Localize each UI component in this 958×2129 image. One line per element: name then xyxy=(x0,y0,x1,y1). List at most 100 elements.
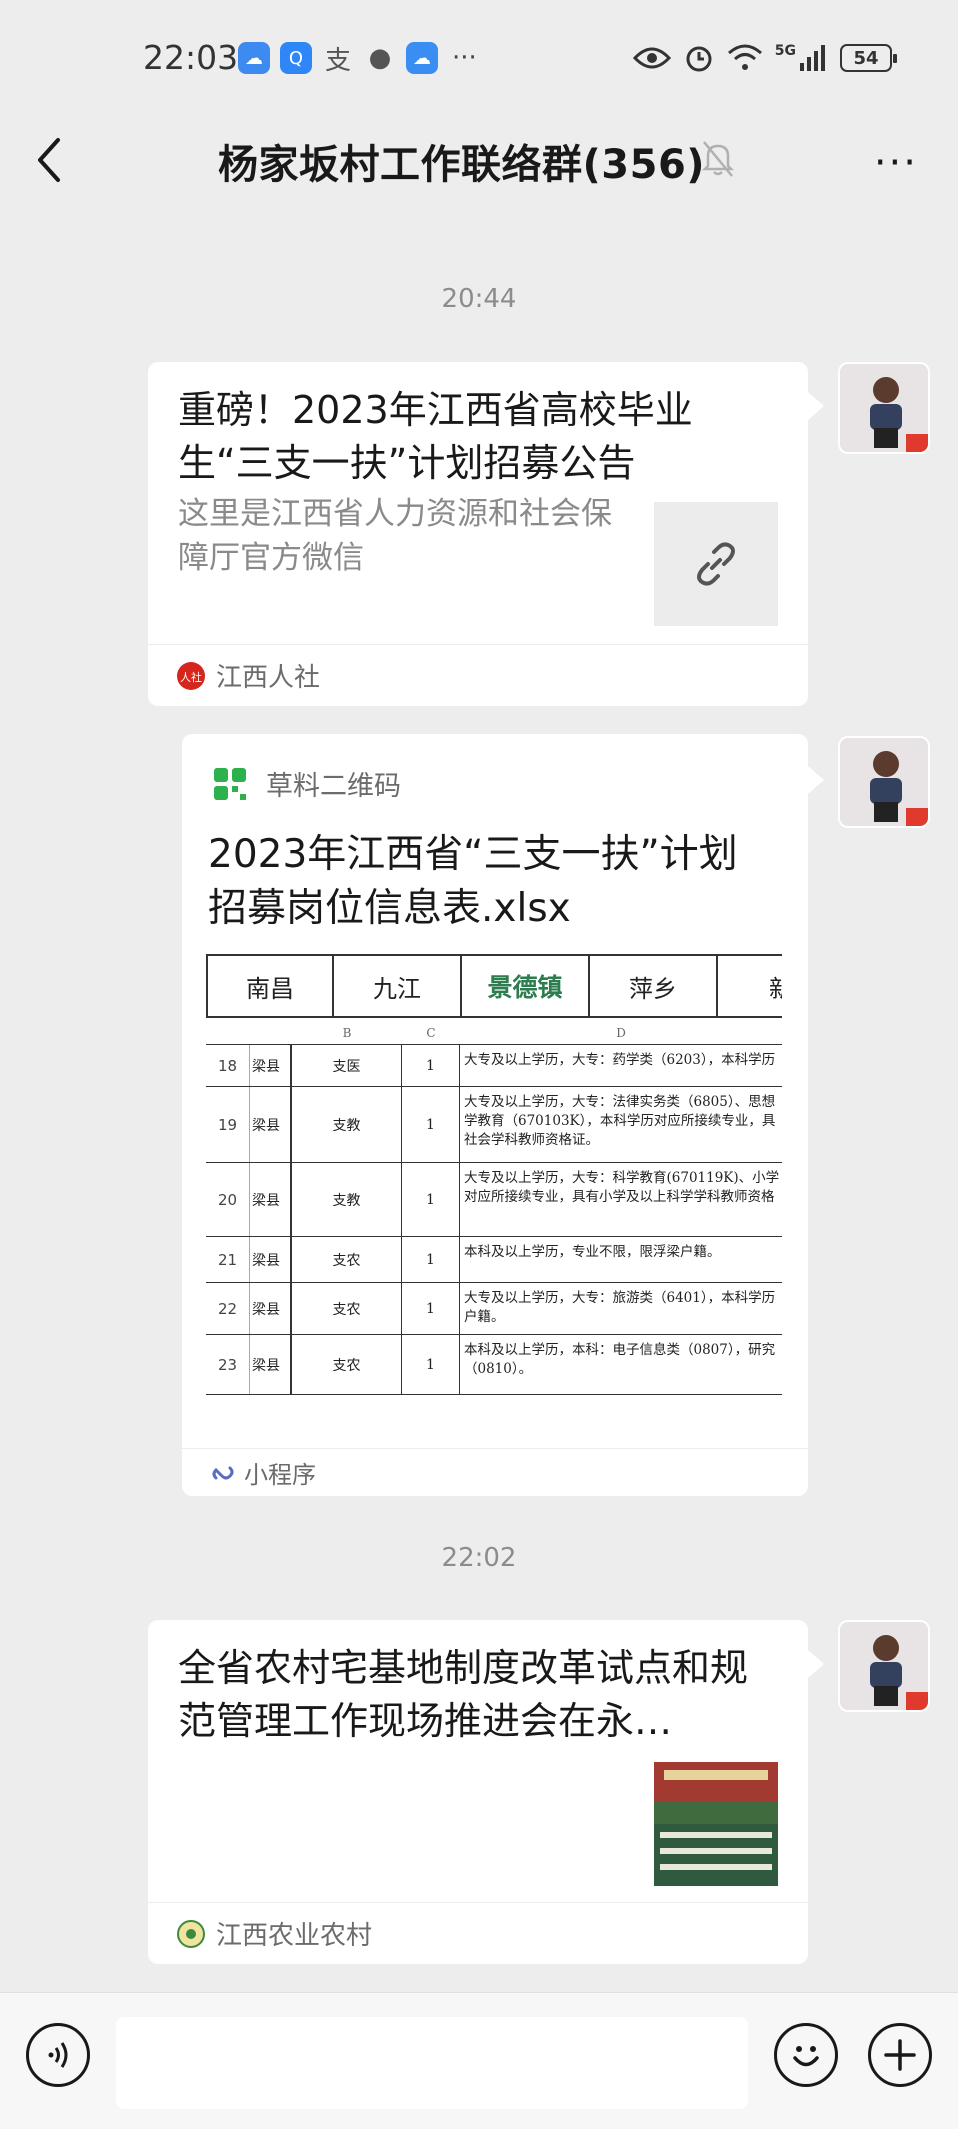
cloud-icon: ☁ xyxy=(406,42,438,74)
status-time: 22:03 xyxy=(143,38,239,77)
avatar-image xyxy=(840,738,928,826)
county-cell: 梁县 xyxy=(250,1163,292,1236)
requirement-line: 本科及以上学历，本科：电子信息类（0807），研究 xyxy=(464,1342,776,1358)
more-options-button[interactable]: ··· xyxy=(874,140,918,186)
county-cell: 梁县 xyxy=(250,1087,292,1162)
requirement-line: 户籍。 xyxy=(464,1309,505,1325)
plus-icon xyxy=(884,2039,916,2071)
mini-program-footer: 小程序 xyxy=(182,1448,808,1496)
message-input[interactable] xyxy=(116,2017,748,2109)
article-card[interactable]: 重磅！2023年江西省高校毕业生“三支一扶”计划招募公告 这里是江西省人力资源和… xyxy=(148,362,808,706)
article-card[interactable]: 全省农村宅基地制度改革试点和规范管理工作现场推进会在永… 江西农业农村 xyxy=(148,1620,808,1964)
file-title: 2023年江西省“三支一扶”计划招募岗位信息表.xlsx xyxy=(208,832,738,931)
type-cell: 支医 xyxy=(292,1045,402,1086)
sheet-tab: 新 xyxy=(718,956,782,1016)
emoji-icon xyxy=(793,2046,819,2067)
avatar[interactable] xyxy=(838,736,930,828)
article-title: 重磅！2023年江西省高校毕业生“三支一扶”计划招募公告 xyxy=(178,388,693,485)
type-cell: 支农 xyxy=(292,1283,402,1334)
sheet-tab: 南昌 xyxy=(206,956,334,1016)
requirement-line: （0810）。 xyxy=(464,1361,533,1377)
type-cell: 支教 xyxy=(292,1163,402,1236)
link-thumbnail xyxy=(654,502,778,626)
county-cell: 梁县 xyxy=(250,1045,292,1086)
source-logo-icon xyxy=(177,1919,205,1948)
mini-program-card[interactable]: 草料二维码 2023年江西省“三支一扶”计划招募岗位信息表.xlsx 南昌 九江… xyxy=(182,734,808,1496)
table-row: 19 梁县 支教 1 大专及以上学历，大专：法律实务类（6805）、思想 学教育（6701… xyxy=(206,1087,782,1163)
svg-text:人社: 人社 xyxy=(180,670,202,684)
count-cell: 1 xyxy=(402,1237,460,1282)
requirement-cell: 本科及以上学历，本科：电子信息类（0807），研究 （0810）。 xyxy=(460,1335,782,1394)
meeting-photo-image xyxy=(654,1762,778,1886)
input-bar xyxy=(0,1992,958,2129)
emoji-button[interactable] xyxy=(774,2023,838,2087)
requirement-cell: 本科及以上学历，专业不限，限浮梁户籍。 xyxy=(460,1237,782,1282)
count-cell: 1 xyxy=(402,1335,460,1394)
add-attachment-button[interactable] xyxy=(868,2023,932,2087)
alipay-icon: 支 xyxy=(324,45,351,76)
table-row: 20 梁县 支教 1 大专及以上学历，大专：科学教育(670119K)、小学 对应所接续专… xyxy=(206,1163,782,1237)
voice-input-button[interactable] xyxy=(26,2023,90,2087)
status-indicators: 5G 54 xyxy=(632,42,897,74)
row-number: 20 xyxy=(206,1163,250,1236)
message-timestamp: 22:02 xyxy=(441,1543,517,1573)
requirement-line: 对应所接续专业，具有小学及以上科学学科教师资格 xyxy=(464,1189,775,1205)
requirement-line: 学教育（670103K），本科学历对应所接续专业，具 xyxy=(464,1113,776,1129)
requirement-line: 大专及以上学历，大专：科学教育(670119K)、小学 xyxy=(464,1170,780,1186)
source-name: 江西人社 xyxy=(216,663,321,693)
bubble-tail xyxy=(808,1650,824,1678)
avatar[interactable] xyxy=(838,1620,930,1712)
chat-header: 杨家坂村工作联络群(356) ··· xyxy=(0,110,958,210)
table-row: 18 梁县 支医 1 大专及以上学历，大专：药学类（6203），本科学历 xyxy=(206,1045,782,1087)
qr-code-app-icon xyxy=(214,767,246,800)
column-header: C xyxy=(426,1026,436,1040)
requirement-cell: 大专及以上学历，大专：药学类（6203），本科学历 xyxy=(460,1045,782,1086)
eye-icon xyxy=(632,47,671,69)
article-title: 全省农村宅基地制度改革试点和规范管理工作现场推进会在永… xyxy=(178,1646,749,1743)
county-cell: 梁县 xyxy=(250,1237,292,1282)
count-cell: 1 xyxy=(402,1163,460,1236)
table-row: 21 梁县 支农 1 本科及以上学历，专业不限，限浮梁户籍。 xyxy=(206,1237,782,1283)
row-number: 22 xyxy=(206,1283,250,1334)
avatar-image xyxy=(840,364,928,452)
message-timestamp: 20:44 xyxy=(441,284,517,314)
requirement-line: 大专及以上学历，大专：旅游类（6401），本科学历 xyxy=(464,1290,776,1306)
table-row: 23 梁县 支农 1 本科及以上学历，本科：电子信息类（0807），研究 （0810）。 xyxy=(206,1335,782,1395)
wifi-icon xyxy=(727,44,762,70)
requirement-cell: 大专及以上学历，大专：科学教育(670119K)、小学 对应所接续专业，具有小学及… xyxy=(460,1163,782,1236)
table-row: 22 梁县 支农 1 大专及以上学历，大专：旅游类（6401），本科学历 户籍。 xyxy=(206,1283,782,1335)
requirement-line: 大专及以上学历，大专：法律实务类（6805）、思想 xyxy=(464,1094,776,1110)
requirement-line: 大专及以上学历，大专：药学类（6203），本科学历 xyxy=(464,1052,776,1068)
column-header: D xyxy=(616,1026,626,1040)
requirement-cell: 大专及以上学历，大专：旅游类（6401），本科学历 户籍。 xyxy=(460,1283,782,1334)
voice-icon xyxy=(48,2042,68,2068)
mute-bell-icon xyxy=(701,141,735,177)
mini-program-icon xyxy=(212,1466,234,1479)
link-icon xyxy=(697,542,735,586)
back-arrow-icon[interactable] xyxy=(30,132,70,188)
source-logo-icon: 人社 xyxy=(177,661,205,690)
row-number: 21 xyxy=(206,1237,250,1282)
mini-program-label: 小程序 xyxy=(244,1461,316,1489)
requirement-line: 社会学科教师资格证。 xyxy=(464,1132,599,1148)
sheet-tab: 九江 xyxy=(334,956,462,1016)
type-cell: 支农 xyxy=(292,1237,402,1282)
message-icon: ● xyxy=(368,43,392,73)
signal-icon xyxy=(800,45,825,71)
avatar[interactable] xyxy=(838,362,930,454)
count-cell: 1 xyxy=(402,1087,460,1162)
battery-icon: 54 xyxy=(840,44,897,72)
article-source: 江西农业农村 xyxy=(148,1902,808,1964)
bubble-tail xyxy=(808,766,824,794)
row-number: 19 xyxy=(206,1087,250,1162)
chat-title: 杨家坂村工作联络群(356) xyxy=(218,142,706,188)
status-app-icons: ☁ Q 支 ● ☁ ··· xyxy=(238,42,477,76)
article-source: 人社 江西人社 xyxy=(148,644,808,706)
article-description: 这里是江西省人力资源和社会保障厅官方微信 xyxy=(178,496,612,576)
search-app-icon: Q xyxy=(280,42,312,74)
mini-program-app: 草料二维码 xyxy=(212,764,401,803)
spreadsheet-preview: 南昌 九江 景德镇 萍乡 新 B C D 18 梁县 支医 1 大专及以上学历，大专：药… xyxy=(206,954,782,1414)
type-cell: 支农 xyxy=(292,1335,402,1394)
sheet-tab-active: 景德镇 xyxy=(462,956,590,1016)
column-headers: B C D xyxy=(206,1026,782,1044)
